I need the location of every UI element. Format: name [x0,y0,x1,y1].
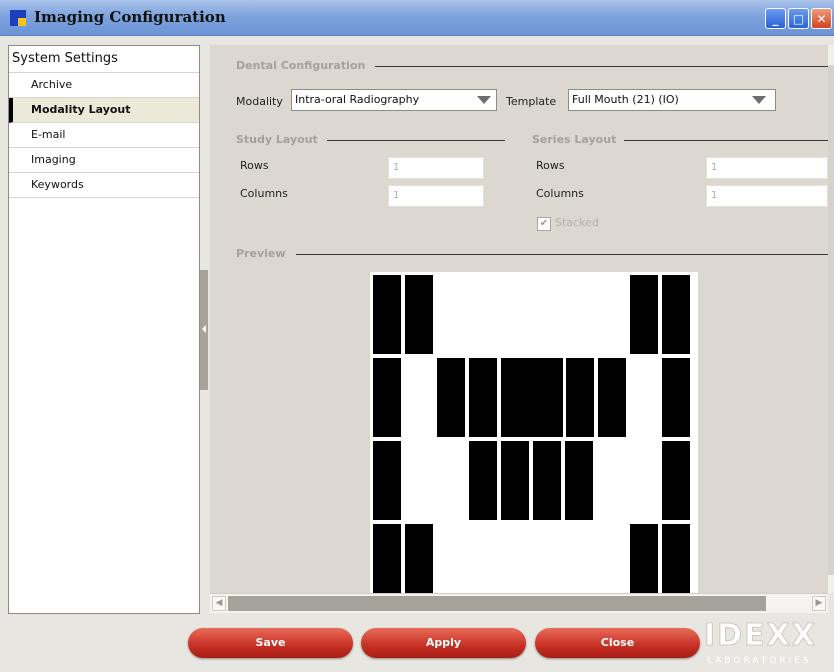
scroll-right-button[interactable]: ▶ [812,596,826,611]
template-select[interactable]: Full Mouth (21) (IO) [568,89,776,111]
preview-tile [662,275,690,354]
preview-tile [565,441,593,520]
preview-tile [630,524,658,593]
preview-tile [662,358,690,437]
logo-brand-text: IDEXX [704,618,817,654]
dental-configuration-title: Dental Configuration [236,59,366,72]
preview-tile [533,441,561,520]
collapse-arrow-icon [202,325,206,333]
preview-tile [566,358,594,437]
sidebar-header: System Settings [9,46,199,73]
study-rows-label: Rows [240,159,269,172]
modality-label: Modality [236,95,283,108]
preview-tile [405,275,433,354]
sidebar-item-keywords[interactable]: Keywords [9,173,199,198]
app-icon [10,10,26,26]
chevron-down-icon [752,96,766,104]
sidebar-item-modality-layout[interactable]: Modality Layout [9,98,199,123]
modality-select[interactable]: Intra-oral Radiography [291,89,497,111]
preview-tile [501,358,563,437]
preview-section-divider [296,254,828,255]
modality-select-value: Intra-oral Radiography [295,93,420,106]
preview-tile [437,358,465,437]
checkmark-icon: ✔ [539,218,549,229]
modality-layout-panel: Dental Configuration Modality Intra-oral… [210,45,828,593]
collapse-splitter[interactable] [200,270,208,390]
sidebar-item-imaging[interactable]: Imaging [9,148,199,173]
study-columns-input[interactable]: 1 [388,185,484,207]
close-button[interactable]: Close [535,628,700,658]
preview-tile [373,358,401,437]
window-title: Imaging Configuration [34,8,226,26]
dental-section-divider [375,66,828,67]
series-rows-label: Rows [536,159,565,172]
study-rows-input[interactable]: 1 [388,157,484,179]
preview-tile [469,441,497,520]
idexx-logo: IDEXX LABORATORIES [704,618,834,672]
series-layout-title: Series Layout [532,133,617,146]
settings-sidebar: System Settings Archive Modality Layout … [8,45,200,614]
maximize-button[interactable]: □ [788,8,809,29]
preview-tile [373,524,401,593]
save-button[interactable]: Save [188,628,353,658]
stacked-checkbox[interactable]: ✔ [537,217,551,231]
stacked-label: Stacked [555,216,599,229]
chevron-down-icon [477,96,491,104]
preview-tile [598,358,626,437]
series-columns-input[interactable]: 1 [706,185,828,207]
preview-tile [662,524,690,593]
preview-tile [501,441,529,520]
sidebar-item-email[interactable]: E-mail [9,123,199,148]
preview-tile [469,358,497,437]
vertical-scrollbar[interactable] [828,45,834,593]
title-bar[interactable]: Imaging Configuration _ □ ✕ [0,0,834,36]
template-label: Template [506,95,557,108]
close-window-button[interactable]: ✕ [811,8,832,29]
preview-tile [405,524,433,593]
preview-tile [630,275,658,354]
preview-tile [373,441,401,520]
vertical-scrollbar-thumb[interactable] [828,65,834,575]
series-columns-label: Columns [536,187,584,200]
minimize-button[interactable]: _ [765,8,786,29]
logo-subtitle: LABORATORIES [707,656,812,666]
series-section-divider [624,140,828,141]
preview-title: Preview [236,247,286,260]
scroll-left-button[interactable]: ◀ [212,596,226,611]
template-select-value: Full Mouth (21) (IO) [572,93,679,106]
preview-tile [662,441,690,520]
horizontal-scrollbar[interactable]: ◀ ▶ [210,593,828,613]
horizontal-scrollbar-thumb[interactable] [228,596,766,611]
sidebar-item-archive[interactable]: Archive [9,73,199,98]
series-rows-input[interactable]: 1 [706,157,828,179]
preview-tile [373,275,401,354]
apply-button[interactable]: Apply [361,628,526,658]
layout-preview [370,272,698,593]
study-columns-label: Columns [240,187,288,200]
study-section-divider [327,140,505,141]
study-layout-title: Study Layout [236,133,318,146]
